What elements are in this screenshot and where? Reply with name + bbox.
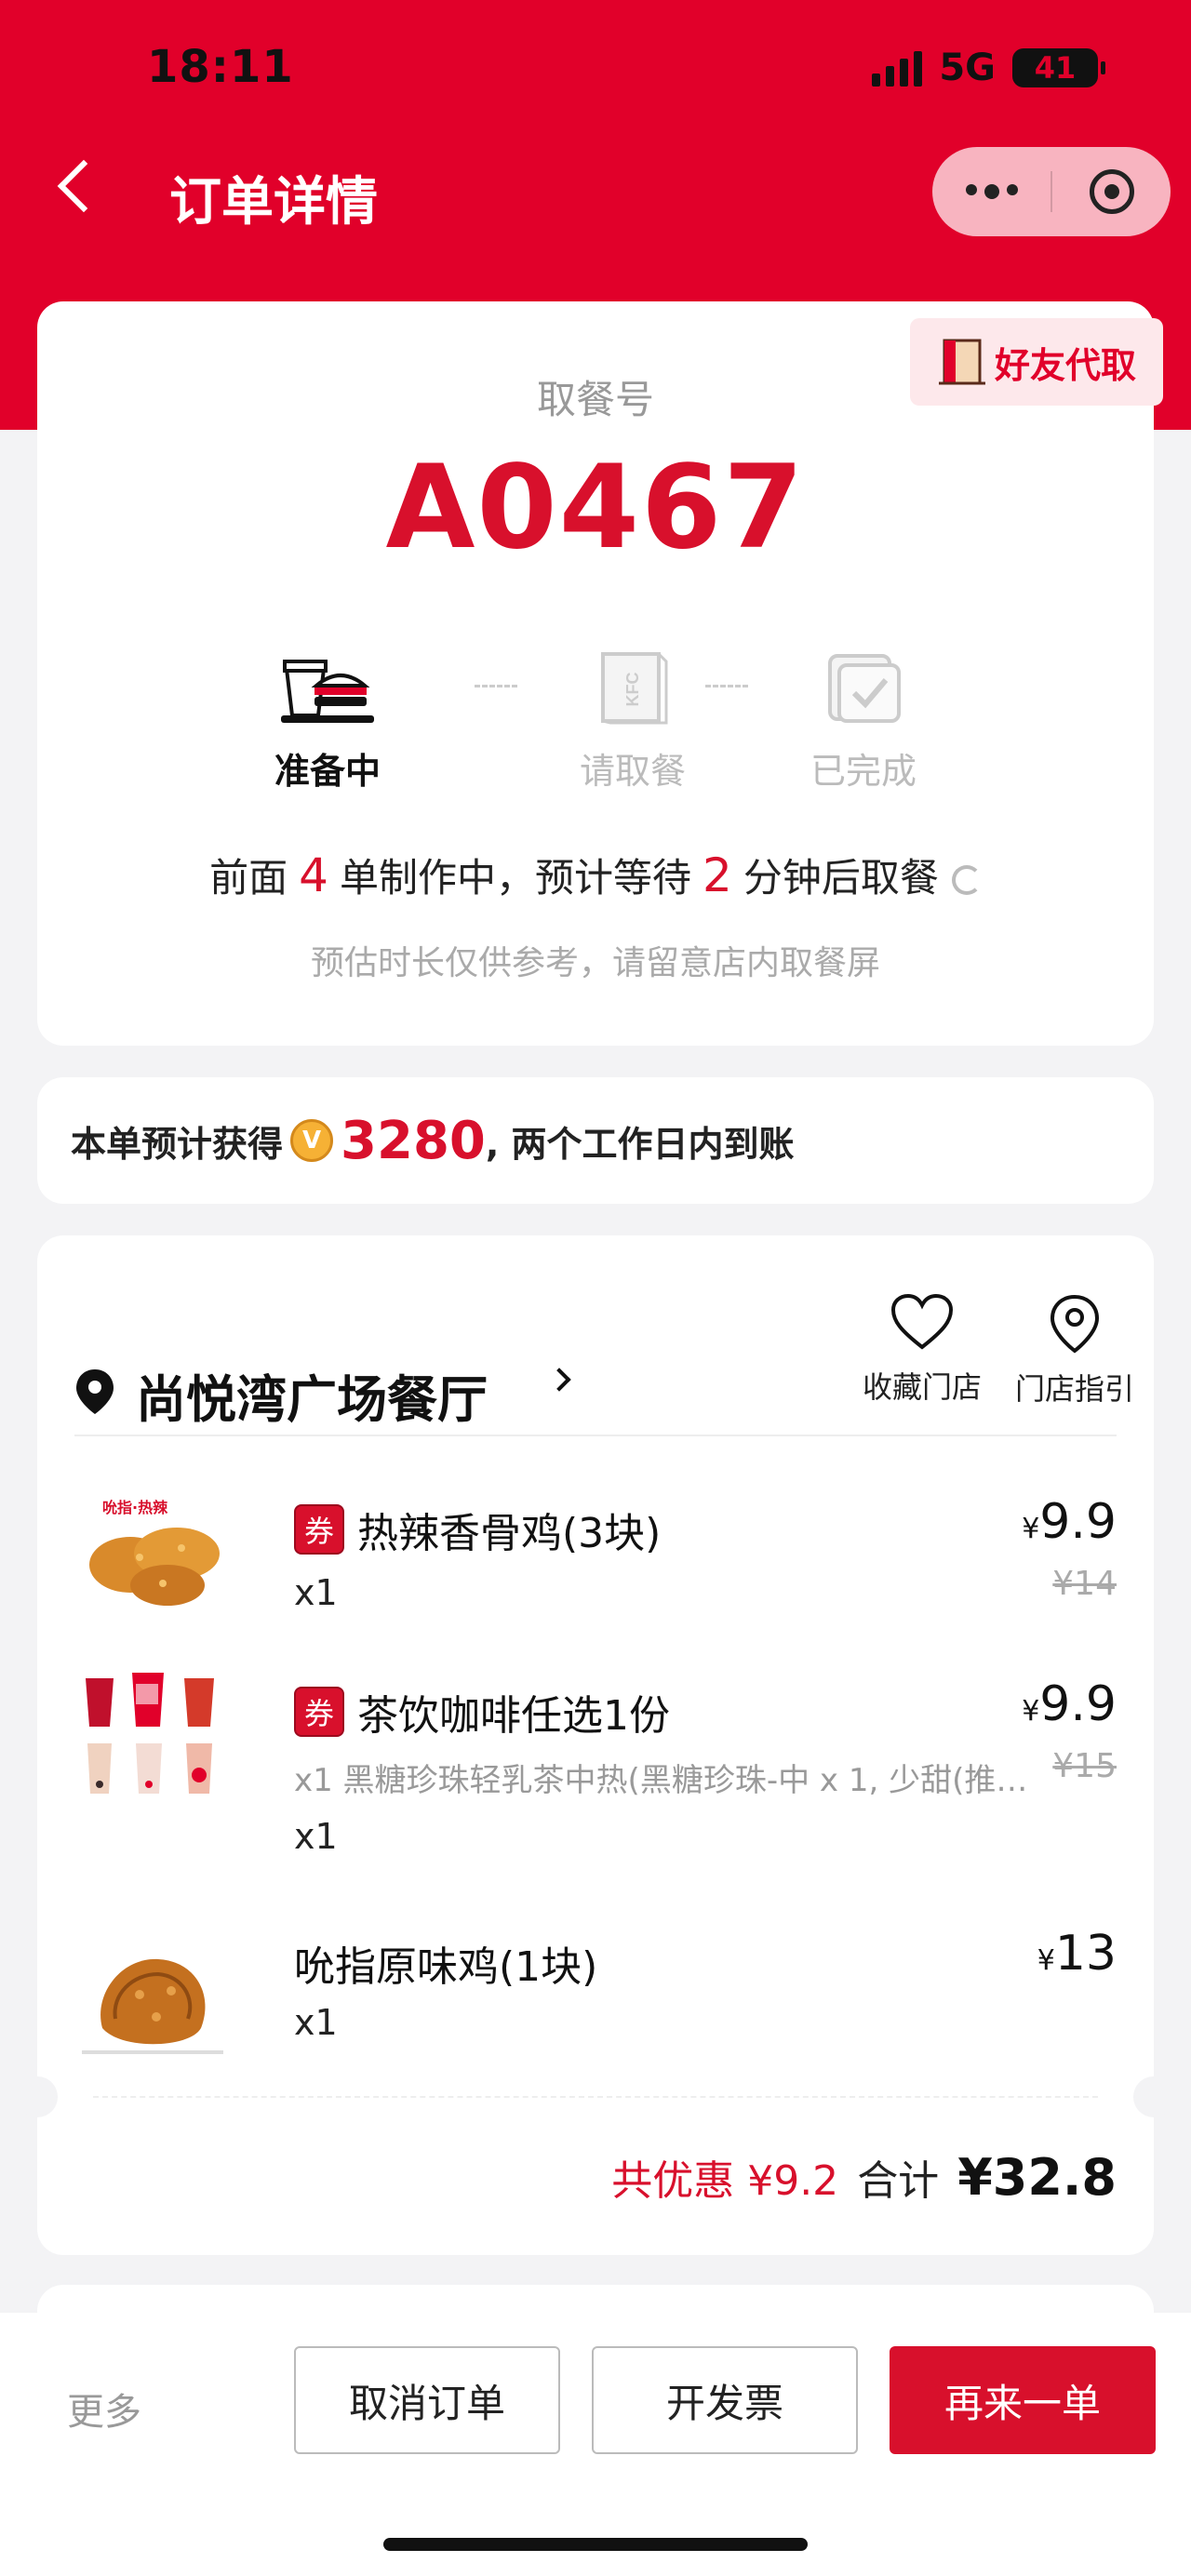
original-chicken-image	[74, 1939, 231, 2060]
queue-prefix: 前面	[209, 855, 288, 901]
miniapp-capsule	[932, 147, 1171, 236]
pickup-label: 取餐号	[536, 377, 654, 422]
divider	[74, 1435, 1117, 1436]
heart-icon	[890, 1293, 954, 1350]
queue-note: 预估时长仅供参考，请留意店内取餐屏	[310, 944, 880, 982]
original-price: ¥14	[1052, 1565, 1117, 1603]
favorite-store-button[interactable]: 收藏门店	[852, 1293, 992, 1407]
more-link[interactable]: 更多	[67, 2382, 141, 2436]
step-divider	[705, 685, 748, 687]
order-progress: 准备中 KFC 请取餐 已完成	[37, 646, 1154, 794]
item-title: 热辣香骨鸡(3块)	[357, 1510, 662, 1557]
queue-minutes: 2	[703, 848, 732, 902]
step-label: 已完成	[810, 751, 917, 792]
pickup-number: A0467	[385, 441, 806, 575]
refresh-icon[interactable]	[951, 865, 982, 895]
queue-count: 4	[299, 848, 328, 902]
item-price: ¥9.9	[1022, 1494, 1117, 1550]
points-value: 3280	[341, 1110, 486, 1171]
svg-text:KFC: KFC	[623, 673, 642, 707]
currency: ¥	[1022, 1513, 1040, 1545]
battery-level: 41	[1034, 50, 1077, 86]
order-total: 共优惠 ¥9.2 合计 ¥32.8	[611, 2147, 1117, 2207]
total-label: 合计	[857, 2157, 940, 2205]
chevron-right-icon[interactable]	[547, 1368, 571, 1392]
invoice-button[interactable]: 开发票	[592, 2346, 858, 2454]
reorder-button[interactable]: 再来一单	[890, 2346, 1156, 2454]
store-name[interactable]: 尚悦湾广场餐厅	[136, 1358, 488, 1432]
pickup-card: 好友代取 取餐号 A0467 准备中 KFC 请取餐 已完成 前面 4 单制作中…	[37, 301, 1163, 1046]
order-item: 券 茶饮咖啡任选1份 x1 黑糖珍珠轻乳茶中热(黑糖珍珠-中 x 1, 少甜(推…	[74, 1660, 1117, 1883]
bottom-action-bar: 更多 取消订单 开发票 再来一单	[0, 2313, 1191, 2576]
ticket-notch	[17, 2076, 58, 2117]
home-indicator	[383, 2538, 808, 2551]
ticket-notch	[1133, 2076, 1174, 2117]
close-miniapp-button[interactable]	[1052, 169, 1171, 214]
v-coin-icon: V	[290, 1119, 334, 1162]
page-title: 订单详情	[169, 172, 378, 233]
battery-icon: 41	[1012, 48, 1105, 87]
coin-letter: V	[301, 1127, 322, 1155]
total-amount: ¥32.8	[957, 2148, 1117, 2207]
step-preparing: 准备中	[253, 646, 402, 794]
more-options-icon[interactable]	[932, 184, 1050, 199]
ticket-divider	[93, 2096, 1098, 2098]
currency: ¥	[1022, 1695, 1040, 1728]
discount-total: 共优惠 ¥9.2	[611, 2157, 839, 2205]
item-qty: x1	[294, 2002, 338, 2043]
cancel-order-button[interactable]: 取消订单	[294, 2346, 560, 2454]
step-complete: 已完成	[789, 646, 938, 794]
step-divider	[475, 685, 517, 687]
item-qty: x1	[294, 1816, 338, 1857]
completed-bag-icon	[812, 646, 915, 729]
step-label: 准备中	[274, 751, 381, 792]
map-pin-icon	[1050, 1294, 1100, 1354]
item-title: 茶饮咖啡任选1份	[357, 1692, 670, 1740]
drinks-image	[74, 1665, 231, 1805]
step-ready: KFC 请取餐	[558, 646, 707, 794]
item-name: 券 茶饮咖啡任选1份	[294, 1682, 670, 1742]
points-card: 本单预计获得 V 3280 , 两个工作日内到账	[37, 1077, 1154, 1204]
queue-suffix: 分钟后取餐	[743, 855, 939, 901]
signal-icon	[872, 49, 923, 87]
points-suffix: , 两个工作日内到账	[485, 1123, 795, 1165]
location-pin-icon	[76, 1369, 114, 1414]
svg-text:吮指·热辣: 吮指·热辣	[102, 1499, 168, 1516]
item-description: x1 黑糖珍珠轻乳茶中热(黑糖珍珠-中 x 1, 少甜(推荐) x 1)	[294, 1762, 1057, 1799]
item-name: 券 热辣香骨鸡(3块)	[294, 1500, 661, 1559]
original-price: ¥15	[1043, 1747, 1117, 1785]
coupon-badge: 券	[294, 1687, 344, 1737]
order-item: 吮指原味鸡(1块) x1 ¥13	[74, 1907, 1117, 2065]
store-directions-label: 门店指引	[1014, 1371, 1134, 1407]
spicy-chicken-image: 吮指·热辣	[74, 1492, 231, 1613]
status-time: 18:11	[147, 41, 294, 93]
burger-tray-icon	[276, 646, 379, 729]
points-prefix: 本单预计获得	[71, 1123, 284, 1165]
currency: ¥	[1037, 1944, 1055, 1977]
price-value: 13	[1054, 1926, 1117, 1982]
network-label: 5G	[939, 47, 996, 89]
price-value: 9.9	[1039, 1494, 1117, 1550]
step-label: 请取餐	[579, 751, 686, 792]
item-price: ¥13	[1037, 1926, 1117, 1982]
order-card: 尚悦湾广场餐厅 收藏门店 门店指引 吮指·热辣 券 热辣香骨鸡(3块) x1 ¥…	[17, 1235, 1174, 2255]
price-value: 9.9	[1039, 1676, 1117, 1732]
status-indicators: 5G 41	[872, 47, 1105, 89]
store-directions-button[interactable]: 门店指引	[1005, 1293, 1144, 1408]
item-title: 吮指原味鸡(1块)	[294, 1943, 598, 1991]
item-qty: x1	[294, 1572, 338, 1613]
favorite-store-label: 收藏门店	[862, 1369, 982, 1405]
queue-status: 前面 4 单制作中，预计等待 2 分钟后取餐	[37, 847, 1154, 903]
order-item: 吮指·热辣 券 热辣香骨鸡(3块) x1 ¥9.9 ¥14	[74, 1479, 1117, 1647]
queue-middle: 单制作中，预计等待	[339, 855, 691, 901]
coupon-badge: 券	[294, 1504, 344, 1555]
item-price: ¥9.9	[1022, 1676, 1117, 1732]
item-name: 吮指原味鸡(1块)	[294, 1933, 597, 1993]
kfc-bag-icon: KFC	[582, 646, 684, 729]
store-row: 尚悦湾广场餐厅 收藏门店 门店指引	[74, 1293, 1134, 1429]
target-icon	[1089, 169, 1134, 214]
